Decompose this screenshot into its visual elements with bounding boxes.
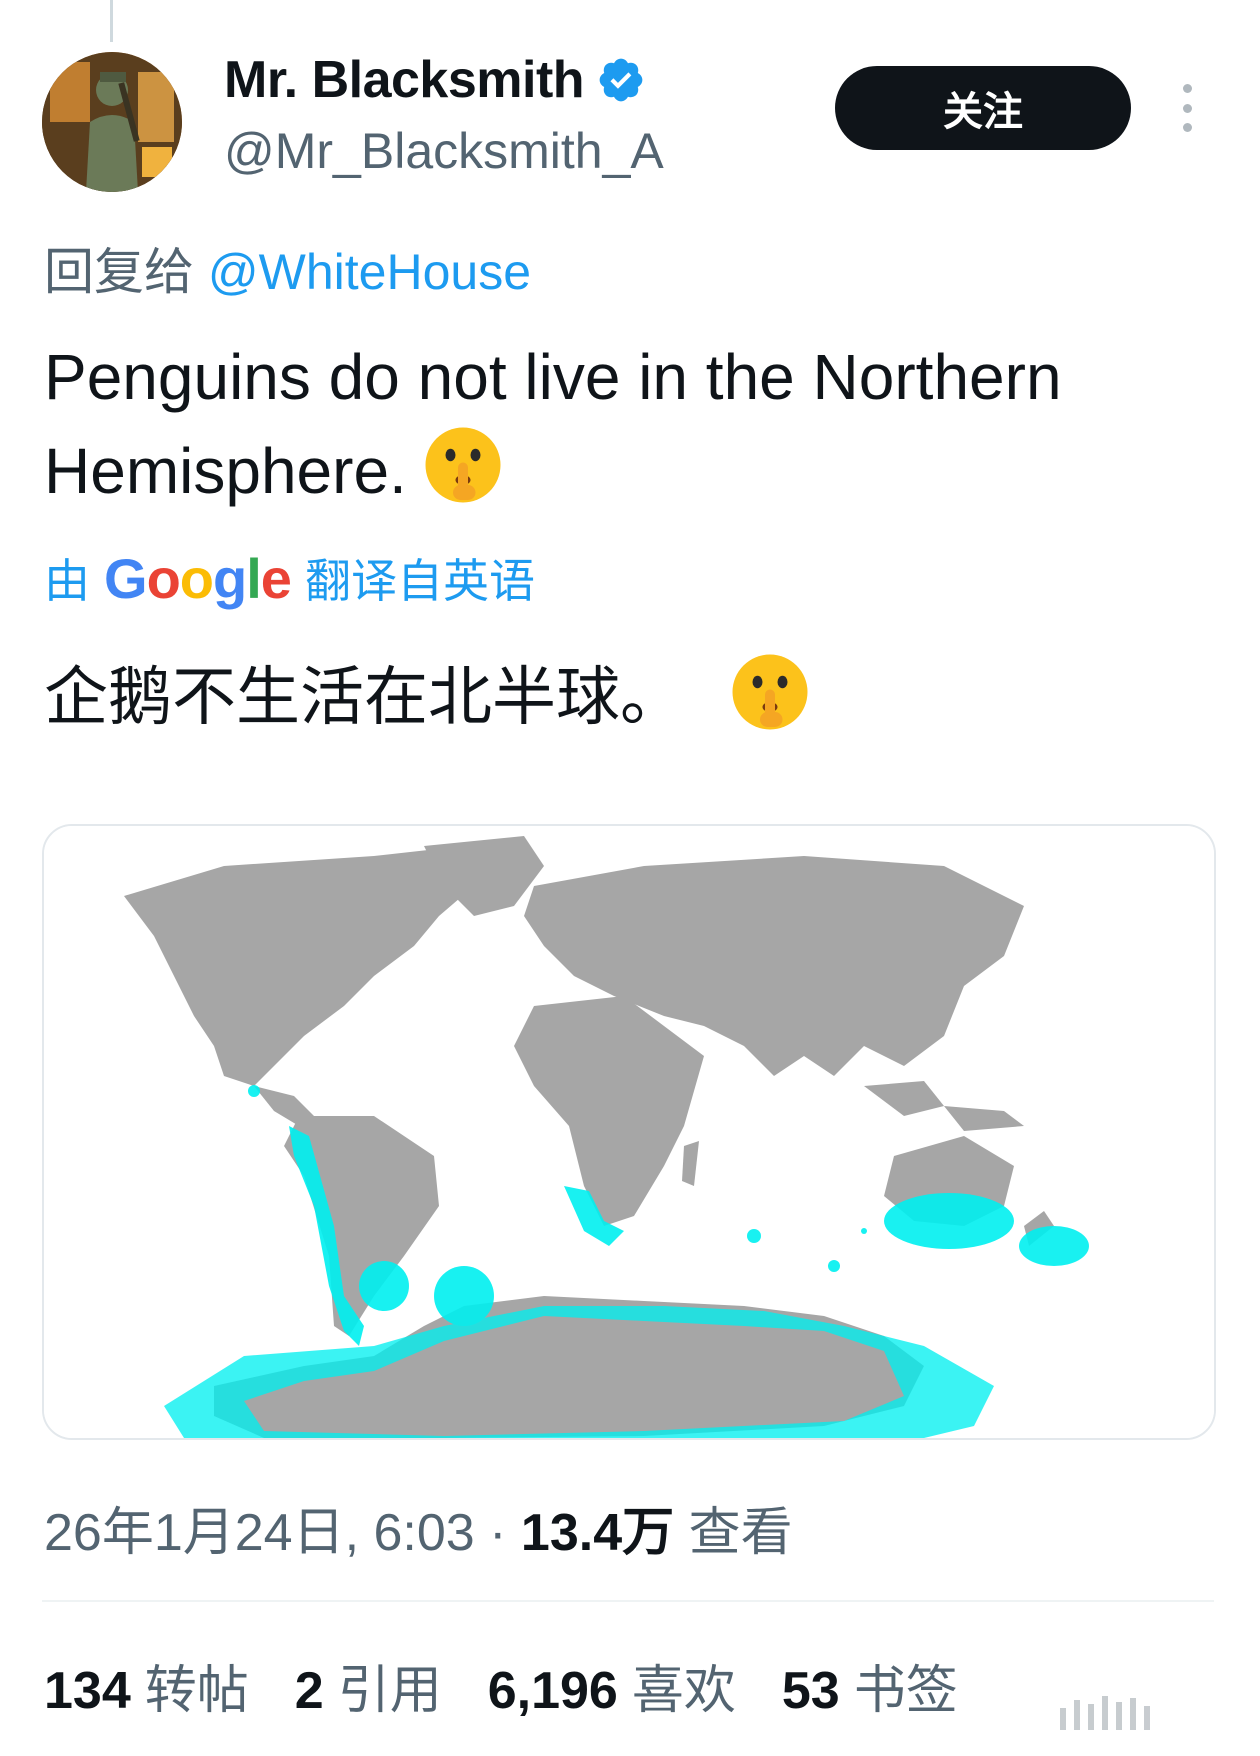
reply-context: 回复给 @WhiteHouse bbox=[44, 232, 531, 304]
verified-badge-icon bbox=[599, 58, 643, 102]
stat-count: 53 bbox=[781, 1662, 840, 1720]
views-label: 查看 bbox=[688, 1504, 793, 1562]
translation-attribution[interactable]: 由 Google 翻译自英语 bbox=[44, 545, 535, 611]
thread-line bbox=[110, 0, 113, 42]
tweet-text: Penguins do not live in the Northern Hem… bbox=[44, 330, 1224, 518]
stat-count: 134 bbox=[44, 1662, 131, 1720]
stat-label: 喜欢 bbox=[631, 1662, 736, 1720]
tweet-meta: 26年1月24日, 6:03 · 13.4万 查看 bbox=[44, 1490, 793, 1565]
tweet-media-map[interactable] bbox=[42, 824, 1216, 1440]
reply-mention-link[interactable]: @WhiteHouse bbox=[208, 244, 531, 300]
more-vertical-icon[interactable] bbox=[1178, 84, 1196, 132]
stat-label: 引用 bbox=[337, 1662, 442, 1720]
engagement-stats: 134 转帖 2 引用 6,196 喜欢 53 书签 bbox=[44, 1648, 958, 1723]
stat-count: 2 bbox=[294, 1662, 324, 1720]
follow-button[interactable]: 关注 bbox=[835, 66, 1131, 150]
stat-count: 6,196 bbox=[487, 1662, 618, 1720]
translated-body: 企鹅不生活在北半球。 bbox=[44, 661, 684, 733]
stat-likes[interactable]: 6,196 喜欢 bbox=[488, 1648, 736, 1723]
user-handle[interactable]: @Mr_Blacksmith_A bbox=[224, 122, 664, 180]
translation-prefix: 由 bbox=[44, 555, 90, 607]
display-name-text: Mr. Blacksmith bbox=[224, 51, 585, 109]
meta-separator: · bbox=[474, 1504, 521, 1562]
stat-quotes[interactable]: 2 引用 bbox=[295, 1648, 442, 1723]
shushing-face-icon bbox=[425, 427, 501, 503]
world-map-penguin-range bbox=[44, 826, 1214, 1438]
tweet-date[interactable]: 26年1月24日, 6:03 bbox=[44, 1504, 475, 1562]
display-name[interactable]: Mr. Blacksmith bbox=[224, 50, 646, 110]
translated-text: 企鹅不生活在北半球。 bbox=[44, 646, 810, 738]
stat-reposts[interactable]: 134 转帖 bbox=[44, 1648, 249, 1723]
tweet-body: Penguins do not live in the Northern Hem… bbox=[44, 341, 1062, 507]
shushing-face-icon bbox=[732, 654, 808, 730]
stat-label: 书签 bbox=[853, 1662, 958, 1720]
views-count: 13.4万 bbox=[520, 1504, 675, 1562]
avatar-blacksmith-icon bbox=[42, 52, 182, 192]
reply-prefix: 回复给 bbox=[44, 244, 194, 300]
google-logo: Google bbox=[104, 546, 292, 610]
stat-label: 转帖 bbox=[144, 1662, 249, 1720]
stat-bookmarks[interactable]: 53 书签 bbox=[782, 1648, 958, 1723]
translation-suffix: 翻译自英语 bbox=[304, 555, 535, 607]
divider bbox=[42, 1600, 1214, 1602]
avatar[interactable] bbox=[42, 52, 182, 192]
watermark bbox=[1060, 1690, 1230, 1730]
